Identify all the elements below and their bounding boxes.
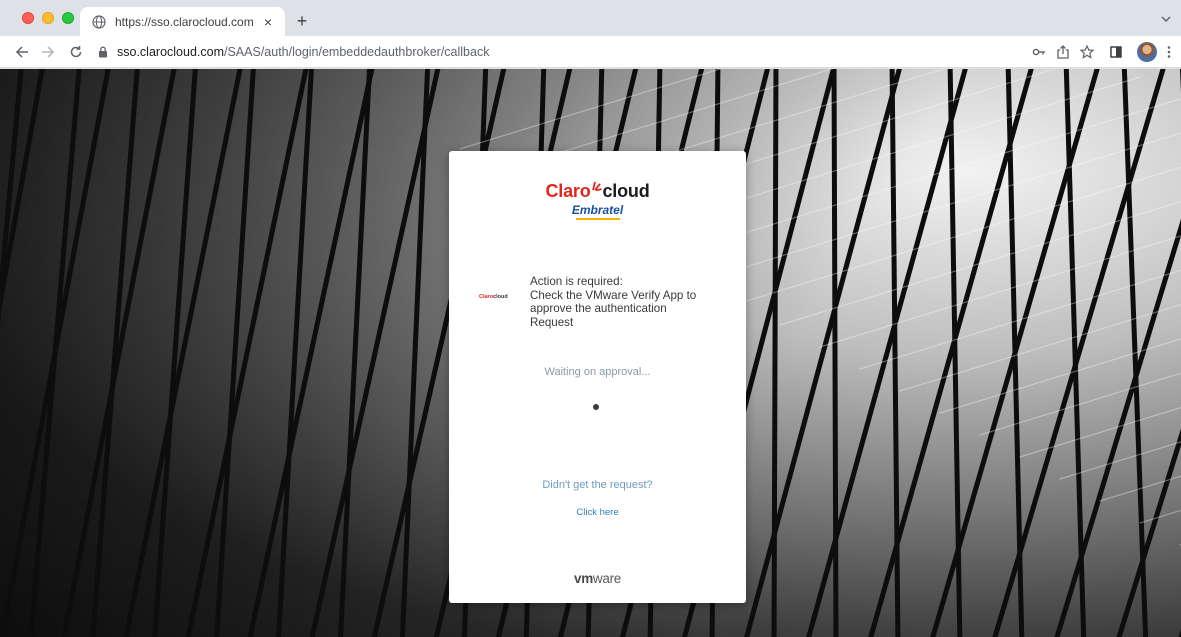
browser-toolbar: sso.clarocloud.com/SAAS/auth/login/embed…	[0, 36, 1181, 68]
maximize-window-button[interactable]	[62, 12, 74, 24]
globe-icon	[92, 14, 106, 29]
claro-cloud-logo: Claro cloud Embratel	[449, 179, 746, 220]
brand-claro-text: Claro	[545, 181, 591, 201]
mini-logo-cloud: cloud	[493, 294, 508, 300]
profile-avatar[interactable]	[1137, 42, 1157, 62]
star-icon[interactable]	[1078, 43, 1096, 61]
new-tab-button[interactable]: +	[291, 10, 313, 32]
brand-embratel-text: Embratel	[571, 203, 624, 217]
notice-line: approve the authentication	[530, 302, 667, 315]
vmware-logo-vm: vm	[574, 571, 593, 586]
vmware-logo: vmware	[449, 571, 746, 586]
help-prompt: Didn't get the request?	[542, 479, 653, 491]
notice-line: Request	[530, 315, 574, 329]
claro-cloud-mini-logo: Clarocloud	[479, 277, 523, 317]
mini-logo-claro: Claro	[479, 294, 494, 300]
arrow-right-icon	[42, 46, 55, 58]
address-bar[interactable]: sso.clarocloud.com/SAAS/auth/login/embed…	[98, 41, 1018, 63]
forward-button[interactable]	[38, 42, 58, 62]
menu-icon[interactable]	[1160, 43, 1178, 61]
loading-spinner-icon	[593, 404, 599, 410]
close-window-button[interactable]	[22, 12, 34, 24]
reload-icon	[70, 46, 82, 58]
tab-title: https://sso.clarocloud.com/SAAS	[115, 14, 253, 29]
notice-line: Action is required:	[530, 275, 623, 288]
url-host: sso.clarocloud.com	[117, 45, 224, 59]
page-viewport: Claro cloud Embratel Clarocloud Action i…	[0, 69, 1181, 637]
url-text: sso.clarocloud.com/SAAS/auth/login/embed…	[117, 45, 489, 59]
browser-tab-active[interactable]: https://sso.clarocloud.com/SAAS ×	[80, 7, 285, 36]
lock-icon[interactable]	[98, 46, 108, 58]
key-icon[interactable]	[1030, 43, 1048, 61]
close-tab-icon[interactable]: ×	[259, 13, 277, 31]
brand-cloud-text: cloud	[602, 181, 650, 201]
waiting-status: Waiting on approval...	[544, 366, 651, 378]
arrow-left-icon	[15, 46, 28, 58]
vmware-logo-ware: ware	[592, 571, 621, 586]
minimize-window-button[interactable]	[42, 12, 54, 24]
share-icon[interactable]	[1054, 43, 1072, 61]
notice-line: Check the VMware Verify App to	[530, 288, 697, 302]
sidepanel-icon[interactable]	[1107, 43, 1125, 61]
chevron-down-icon[interactable]	[1159, 12, 1173, 26]
url-path: /SAAS/auth/login/embeddedauthbroker/call…	[224, 45, 490, 59]
sun-rays-icon	[591, 181, 602, 191]
notice-message: Action is required: Check the VMware Ver…	[530, 275, 729, 329]
brand-underline	[575, 218, 620, 220]
action-required-notice: Clarocloud Action is required: Check the…	[479, 275, 729, 329]
back-button[interactable]	[12, 42, 32, 62]
browser-tabstrip: https://sso.clarocloud.com/SAAS × +	[0, 0, 1181, 36]
login-card: Claro cloud Embratel Clarocloud Action i…	[449, 151, 746, 603]
resend-request-link[interactable]: Click here	[449, 507, 746, 518]
reload-button[interactable]	[66, 42, 86, 62]
